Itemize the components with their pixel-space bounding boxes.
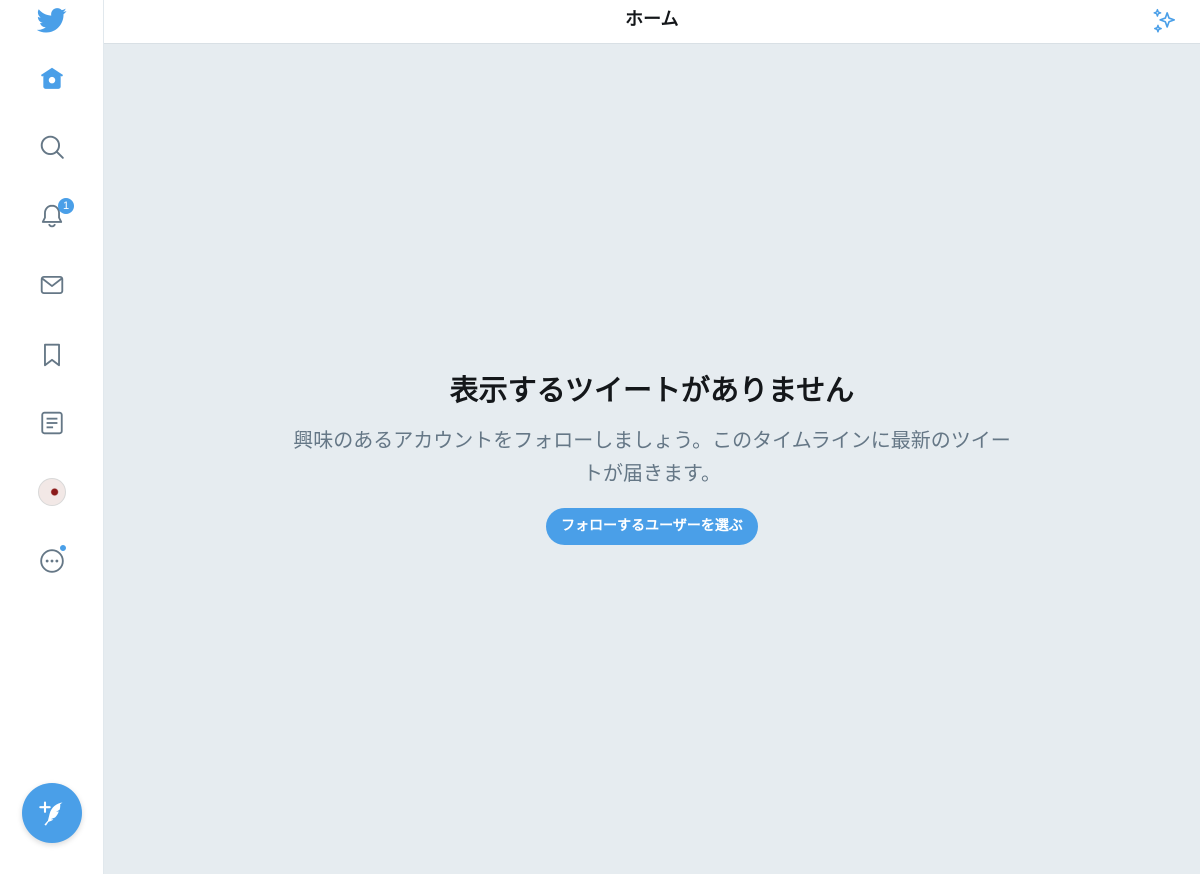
home-icon — [40, 67, 64, 89]
unread-dot — [59, 544, 67, 552]
choose-users-to-follow-button[interactable]: フォローするユーザーを選ぶ — [546, 508, 758, 545]
timeline: 表示するツイートがありません 興味のあるアカウントをフォローしましょう。このタイ… — [104, 44, 1200, 874]
sidebar-item-more[interactable] — [30, 539, 74, 583]
sidebar-item-notifications[interactable]: 1 — [30, 194, 74, 238]
bookmark-icon — [44, 343, 60, 367]
mail-icon — [40, 275, 64, 295]
sidebar-item-lists[interactable] — [30, 401, 74, 445]
twitter-logo-icon[interactable] — [30, 0, 74, 42]
sidebar: 1 — [0, 0, 104, 874]
sidebar-item-messages[interactable] — [30, 263, 74, 307]
header: ホーム — [104, 0, 1200, 44]
sidebar-item-explore[interactable] — [30, 125, 74, 169]
sidebar-item-bookmarks[interactable] — [30, 333, 74, 377]
list-icon — [41, 411, 63, 435]
empty-state-description: 興味のあるアカウントをフォローしましょう。このタイムラインに最新のツイートが届き… — [293, 428, 1011, 485]
sparkle-icon — [1153, 8, 1176, 33]
notification-badge: 1 — [58, 198, 74, 214]
sidebar-item-home[interactable] — [30, 56, 74, 100]
empty-state-title: 表示するツイートがありません — [449, 373, 855, 407]
sidebar-item-profile[interactable] — [30, 470, 74, 514]
empty-state: 表示するツイートがありません 興味のあるアカウントをフォローしましょう。このタイ… — [104, 368, 1200, 545]
search-icon — [40, 135, 64, 159]
compose-tweet-icon — [39, 801, 63, 826]
compose-tweet-button[interactable] — [22, 783, 82, 843]
avatar — [38, 478, 66, 506]
page-title: ホーム — [625, 9, 679, 30]
top-tweets-button[interactable] — [1150, 6, 1180, 36]
